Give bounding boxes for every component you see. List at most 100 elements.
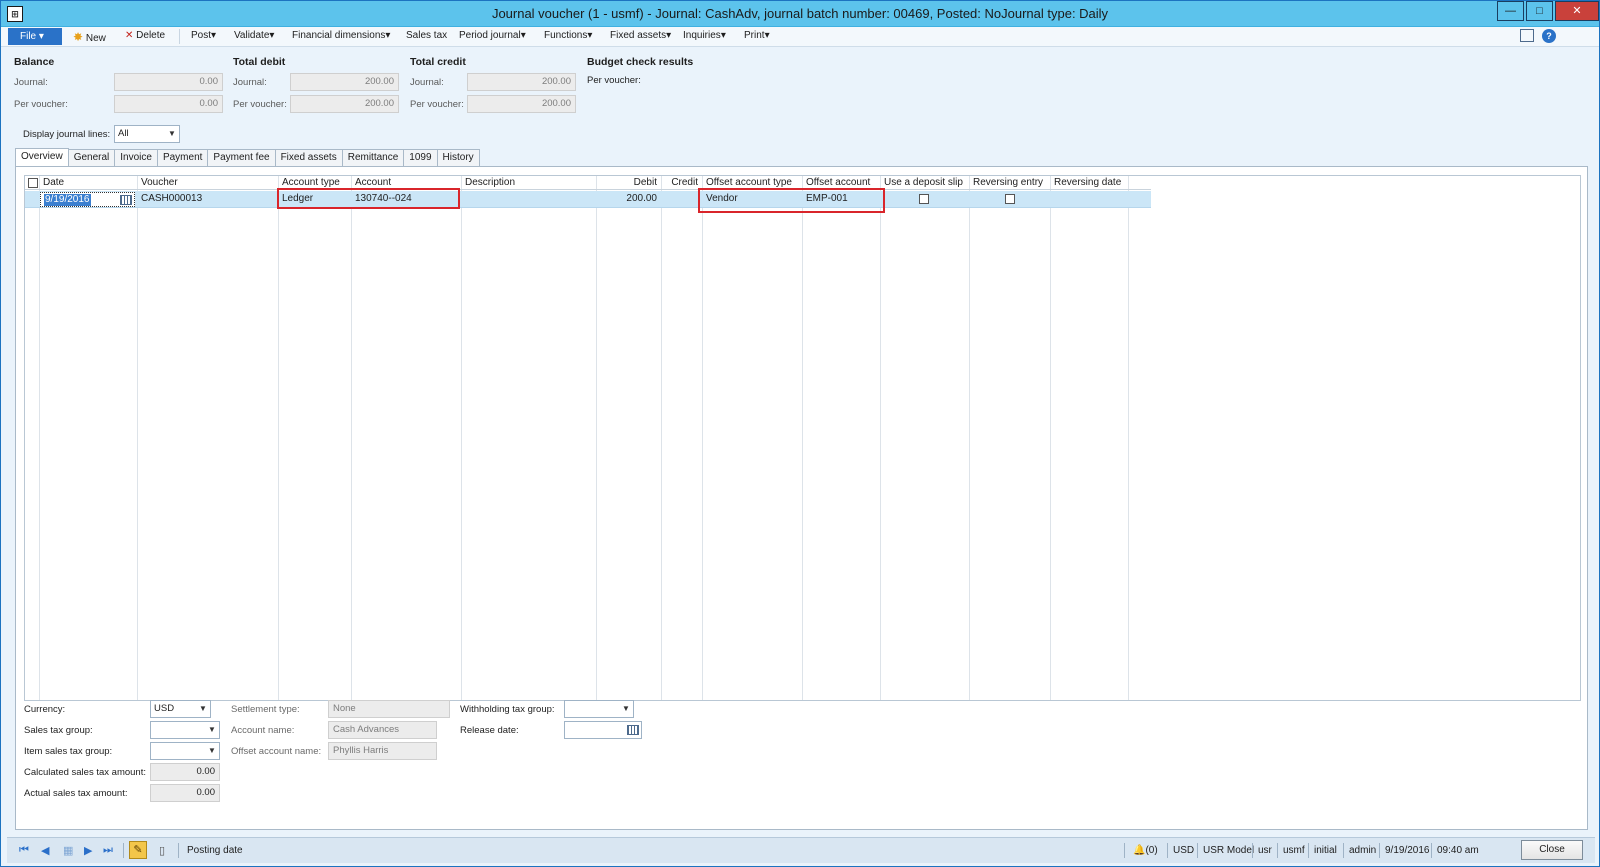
new-button[interactable]: ✸ New	[73, 30, 106, 44]
settlement-type-label: Settlement type:	[231, 704, 300, 715]
chevron-down-icon: ▼	[208, 746, 216, 755]
partition-indicator[interactable]: initial	[1314, 845, 1337, 856]
offset-account-name-label: Offset account name:	[231, 746, 322, 757]
sales-tax-group-select[interactable]: ▼	[150, 721, 220, 739]
financial-dimensions-menu[interactable]: Financial dimensions▾	[292, 30, 390, 41]
document-handling-icon[interactable]: ▯	[159, 844, 165, 857]
sales-tax-button[interactable]: Sales tax	[406, 30, 447, 41]
chevron-down-icon: ▼	[622, 704, 630, 713]
item-sales-tax-group-select[interactable]: ▼	[150, 742, 220, 760]
close-window-icon[interactable]: ✕	[1555, 1, 1599, 21]
grid-header: Date Voucher Account type Account Descri…	[25, 176, 1151, 190]
inquiries-menu[interactable]: Inquiries▾	[683, 30, 726, 41]
journal-lines-grid: Date Voucher Account type Account Descri…	[24, 175, 1581, 701]
col-credit[interactable]: Credit	[661, 176, 702, 190]
status-bar: ⏮ ◀ ▦ ▶ ⏭ ✎ ▯ Posting date 🔔(0) USD USR …	[7, 837, 1595, 863]
actual-tax-label: Actual sales tax amount:	[24, 788, 128, 799]
balance-journal-label: Journal:	[14, 77, 48, 88]
col-date[interactable]: Date	[39, 176, 137, 190]
account-name-field: Cash Advances	[328, 721, 437, 739]
tab-strip: Overview General Invoice Payment Payment…	[15, 148, 480, 166]
period-journal-menu[interactable]: Period journal▾	[459, 30, 526, 41]
print-menu[interactable]: Print▾	[744, 30, 770, 41]
settlement-type-field: None	[328, 700, 450, 718]
total-debit-per-voucher-label: Per voucher:	[233, 99, 287, 110]
offset-account-highlight-box	[698, 188, 885, 213]
window-title: Journal voucher (1 - usmf) - Journal: Ca…	[491, 6, 1109, 21]
maximize-icon[interactable]: □	[1526, 1, 1553, 21]
company-indicator[interactable]: usmf	[1283, 845, 1305, 856]
reversing-date-cell[interactable]	[1050, 191, 1128, 208]
close-button[interactable]: Close	[1521, 840, 1583, 860]
col-reversing-date[interactable]: Reversing date	[1050, 176, 1128, 190]
col-debit[interactable]: Debit	[596, 176, 661, 190]
total-credit-journal-field: 200.00	[467, 73, 576, 91]
total-debit-per-voucher-field: 200.00	[290, 95, 399, 113]
deposit-slip-checkbox[interactable]	[919, 194, 929, 204]
help-icon[interactable]: ?	[1542, 29, 1556, 43]
next-record-icon[interactable]: ▶	[84, 844, 92, 857]
delete-button[interactable]: ✕ Delete	[125, 30, 165, 41]
select-all-checkbox[interactable]	[28, 178, 38, 188]
file-menu-button[interactable]: File ▾	[8, 28, 62, 45]
minimize-icon[interactable]: —	[1497, 1, 1524, 21]
tab-invoice[interactable]: Invoice	[114, 149, 158, 166]
sales-tax-group-label: Sales tax group:	[24, 725, 93, 736]
balance-per-voucher-label: Per voucher:	[14, 99, 68, 110]
user-indicator[interactable]: admin	[1349, 845, 1376, 856]
fixed-assets-menu[interactable]: Fixed assets▾	[610, 30, 671, 41]
withholding-tax-group-select[interactable]: ▼	[564, 700, 634, 718]
actual-tax-field: 0.00	[150, 784, 220, 802]
validate-menu[interactable]: Validate▾	[234, 30, 274, 41]
col-deposit-slip[interactable]: Use a deposit slip	[880, 176, 969, 190]
tab-payment-fee[interactable]: Payment fee	[207, 149, 276, 166]
table-row[interactable]: 9/19/2016 CASH000013 Ledger 130740--024 …	[25, 191, 1151, 208]
tab-fixed-assets[interactable]: Fixed assets	[274, 149, 343, 166]
debit-cell[interactable]: 200.00	[596, 191, 661, 208]
total-credit-per-voucher-label: Per voucher:	[410, 99, 464, 110]
journal-voucher-window: ⊞ Journal voucher (1 - usmf) - Journal: …	[0, 0, 1600, 867]
title-bar: ⊞ Journal voucher (1 - usmf) - Journal: …	[1, 1, 1599, 27]
release-date-field[interactable]	[564, 721, 642, 739]
display-lines-select[interactable]: All ▼	[114, 125, 180, 143]
total-debit-journal-label: Journal:	[233, 77, 267, 88]
functions-menu[interactable]: Functions▾	[544, 30, 592, 41]
model-indicator[interactable]: USR Model	[1203, 845, 1254, 856]
post-menu[interactable]: Post▾	[191, 30, 216, 41]
total-credit-title: Total credit	[410, 56, 466, 68]
alerts-indicator[interactable]: 🔔(0)	[1133, 845, 1158, 856]
tab-payment[interactable]: Payment	[156, 149, 209, 166]
layer-indicator[interactable]: usr	[1258, 845, 1272, 856]
first-record-icon[interactable]: ⏮	[19, 844, 29, 857]
tab-history[interactable]: History	[436, 149, 480, 166]
calendar-icon[interactable]	[627, 725, 639, 735]
edit-mode-icon[interactable]: ✎	[129, 841, 147, 859]
session-date[interactable]: 9/19/2016	[1385, 845, 1430, 856]
currency-indicator[interactable]: USD	[1173, 845, 1194, 856]
tab-general[interactable]: General	[67, 149, 116, 166]
previous-record-icon[interactable]: ◀	[41, 844, 49, 857]
currency-select[interactable]: USD ▼	[150, 700, 211, 718]
field-help-text: Posting date	[187, 845, 243, 856]
total-debit-journal-field: 200.00	[290, 73, 399, 91]
col-reversing-entry[interactable]: Reversing entry	[969, 176, 1050, 190]
date-field[interactable]: 9/19/2016	[40, 192, 135, 207]
voucher-cell[interactable]: CASH000013	[137, 191, 278, 208]
toolbar-separator	[179, 29, 180, 44]
window-controls: — □ ✕	[1495, 1, 1599, 21]
last-record-icon[interactable]: ⏭	[103, 844, 113, 857]
description-cell[interactable]	[461, 191, 596, 208]
account-name-label: Account name:	[231, 725, 295, 736]
record-list-icon[interactable]: ▦	[63, 844, 73, 857]
reversing-entry-checkbox[interactable]	[1005, 194, 1015, 204]
balance-title: Balance	[14, 56, 55, 68]
calendar-icon[interactable]	[120, 195, 132, 205]
chevron-down-icon: ▼	[168, 129, 176, 138]
col-voucher[interactable]: Voucher	[137, 176, 278, 190]
credit-cell[interactable]	[661, 191, 702, 208]
layout-icon[interactable]	[1520, 29, 1534, 42]
col-description[interactable]: Description	[461, 176, 596, 190]
tab-1099[interactable]: 1099	[403, 149, 438, 166]
tab-overview[interactable]: Overview	[15, 148, 69, 166]
tab-remittance[interactable]: Remittance	[341, 149, 405, 166]
